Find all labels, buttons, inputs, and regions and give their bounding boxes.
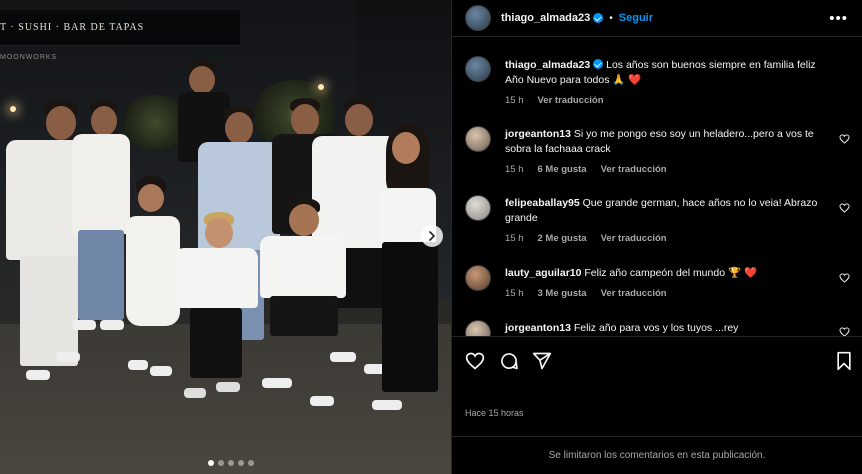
post-photo[interactable]: T · SUSHI · BAR DE TAPAS MOONWORKS (0, 0, 451, 474)
post-actions: Hace 15 horas (452, 336, 862, 436)
more-horizontal-icon: ••• (829, 10, 848, 27)
comment-likes[interactable]: 6 Me gusta (538, 164, 587, 175)
caption-time: 15 h (505, 95, 524, 106)
person (260, 198, 348, 438)
author-avatar[interactable] (465, 5, 491, 31)
person (68, 100, 130, 340)
comment-translate-link[interactable]: Ver traducción (601, 288, 667, 299)
like-comment-heart-icon[interactable] (839, 134, 850, 144)
comment-text: Feliz año para vos y los tuyos ...rey (573, 322, 739, 334)
comment-likes[interactable]: 3 Me gusta (538, 288, 587, 299)
comment-username[interactable]: felipeaballay95 (505, 197, 580, 209)
restaurant-sign-text: T · SUSHI · BAR DE TAPAS (0, 22, 145, 33)
carousel-dot-active (208, 460, 214, 466)
comment-item: jorgeanton13 Feliz año para vos y los tu… (465, 320, 850, 336)
commenter-avatar[interactable] (465, 195, 491, 221)
carousel-dot (228, 460, 234, 466)
more-options-button[interactable]: ••• (829, 10, 848, 27)
person (174, 212, 258, 422)
post-header: thiago_almada23 • Seguir ••• (452, 0, 862, 37)
author-username[interactable]: thiago_almada23 (501, 12, 590, 24)
comment-icon[interactable] (499, 351, 519, 371)
like-comment-heart-icon[interactable] (839, 203, 850, 213)
comment-time: 15 h (505, 288, 524, 299)
person (372, 124, 448, 424)
street-lamp (318, 84, 324, 90)
like-comment-heart-icon[interactable] (839, 327, 850, 336)
comment-time: 15 h (505, 233, 524, 244)
comment-text: Feliz año campeón del mundo 🏆 ❤️ (584, 267, 758, 279)
like-comment-heart-icon[interactable] (839, 273, 850, 283)
caption-username[interactable]: thiago_almada23 (505, 59, 590, 71)
chevron-right-icon (429, 231, 435, 241)
comments-limited-notice: Se limitaron los comentarios en esta pub… (452, 436, 862, 474)
comment-username[interactable]: lauty_aguilar10 (505, 267, 581, 279)
verified-badge-icon (593, 13, 604, 23)
comment-item: felipeaballay95 Que grande german, hace … (465, 195, 850, 259)
comment-translate-link[interactable]: Ver traducción (601, 164, 667, 175)
comments-list[interactable]: thiago_almada23 Los años son buenos siem… (452, 38, 862, 336)
commenter-avatar[interactable] (465, 126, 491, 152)
restaurant-sign: T · SUSHI · BAR DE TAPAS (0, 10, 240, 46)
commenter-avatar[interactable] (465, 320, 491, 336)
heart-icon[interactable] (465, 351, 485, 371)
follow-button[interactable]: Seguir (619, 12, 653, 24)
caption-translate-link[interactable]: Ver traducción (538, 95, 604, 106)
comment-likes[interactable]: 2 Me gusta (538, 233, 587, 244)
header-separator: • (609, 12, 613, 24)
post-side-panel: thiago_almada23 • Seguir ••• thiago_alma… (451, 0, 862, 474)
next-photo-button[interactable] (421, 225, 443, 247)
share-icon[interactable] (532, 351, 552, 371)
comment-item: lauty_aguilar10 Feliz año campeón del mu… (465, 265, 850, 309)
comment-username[interactable]: jorgeanton13 (505, 322, 571, 334)
comment-username[interactable]: jorgeanton13 (505, 128, 571, 140)
post-time: Hace 15 horas (465, 408, 524, 418)
post-caption: thiago_almada23 Los años son buenos siem… (465, 56, 850, 126)
verified-badge-icon (593, 59, 604, 69)
bookmark-icon[interactable] (834, 351, 854, 371)
restaurant-small-sign: MOONWORKS (0, 54, 58, 61)
comment-time: 15 h (505, 164, 524, 175)
commenter-avatar[interactable] (465, 265, 491, 291)
carousel-dot (238, 460, 244, 466)
author-avatar[interactable] (465, 56, 491, 82)
carousel-dot (248, 460, 254, 466)
carousel-dot (218, 460, 224, 466)
carousel-dots (208, 460, 254, 466)
comment-translate-link[interactable]: Ver traducción (601, 233, 667, 244)
comment-item: jorgeanton13 Si yo me pongo eso soy un h… (465, 126, 850, 190)
